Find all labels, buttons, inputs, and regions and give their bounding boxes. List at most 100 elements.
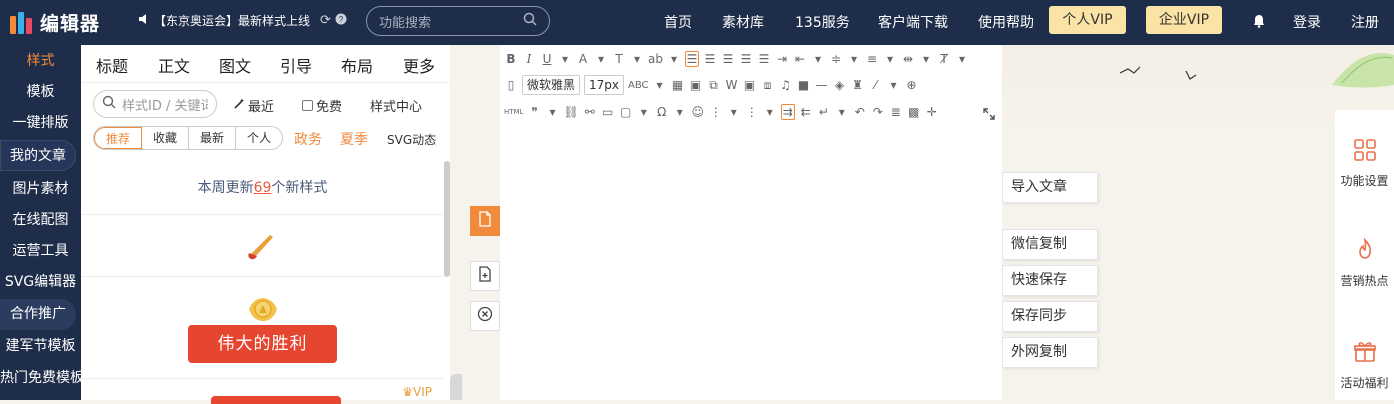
magic-wand-icon[interactable]: ⁄ xyxy=(869,78,883,92)
sidebar-item-styles[interactable]: 样式 xyxy=(0,46,81,77)
panel-scrollbar[interactable] xyxy=(444,161,450,277)
nav-services[interactable]: 135服务 xyxy=(795,12,850,32)
sidebar-item-army-day-templates[interactable]: 建军节模板 xyxy=(0,331,81,362)
card-icon[interactable]: ▭ xyxy=(601,105,615,119)
picture-icon[interactable]: ▣ xyxy=(743,78,757,92)
tab-more[interactable]: 更多 xyxy=(403,53,435,77)
login-link[interactable]: 登录 xyxy=(1293,12,1321,32)
tab-body[interactable]: 正文 xyxy=(158,53,190,77)
style-card[interactable] xyxy=(81,215,444,277)
sidebar-item-operation-tools[interactable]: 运营工具 xyxy=(0,236,81,267)
category-svg-animated[interactable]: SVG动态 xyxy=(387,131,436,148)
text-wrap-icon[interactable]: ↵ xyxy=(817,105,831,119)
chevron-down-icon[interactable]: ▾ xyxy=(835,105,849,119)
new-document-button[interactable] xyxy=(470,206,500,236)
chevron-down-icon[interactable]: ▾ xyxy=(667,52,681,66)
ordered-list-icon[interactable]: ⋮ xyxy=(709,105,723,119)
victory-style-button[interactable]: 伟大的胜利 xyxy=(188,325,337,363)
move-icon[interactable]: ✛ xyxy=(925,105,939,119)
style-card[interactable]: ♛VIP xyxy=(81,379,444,404)
letter-spacing-icon[interactable]: ⇹ xyxy=(901,52,915,66)
nav-help[interactable]: 使用帮助 xyxy=(978,12,1034,32)
chevron-down-icon[interactable]: ▾ xyxy=(558,52,572,66)
recent-button[interactable]: 最近 xyxy=(233,96,274,115)
italic-icon[interactable]: I xyxy=(522,52,536,66)
sidebar-item-svg-editor[interactable]: SVG编辑器 xyxy=(0,267,81,298)
align-center-icon[interactable]: ☰ xyxy=(703,52,717,66)
save-sync-button[interactable]: 保存同步 xyxy=(1002,301,1098,332)
chevron-down-icon[interactable]: ▾ xyxy=(763,105,777,119)
audio-icon[interactable]: ♫ xyxy=(779,78,793,92)
tab-image-text[interactable]: 图文 xyxy=(219,53,251,77)
filter-recommended[interactable]: 推荐 xyxy=(94,127,143,149)
unordered-list-icon[interactable]: ⋮ xyxy=(745,105,759,119)
chevron-down-icon[interactable]: ▾ xyxy=(630,52,644,66)
personal-vip-button[interactable]: 个人VIP xyxy=(1049,6,1126,34)
chevron-down-icon[interactable]: ▾ xyxy=(673,105,687,119)
chevron-down-icon[interactable]: ▾ xyxy=(594,52,608,66)
redo-icon[interactable]: ↷ xyxy=(871,105,885,119)
sidebar-item-my-articles[interactable]: 我的文章 xyxy=(0,140,76,171)
tab-guide[interactable]: 引导 xyxy=(280,53,312,77)
register-link[interactable]: 注册 xyxy=(1351,12,1379,32)
html-icon[interactable]: HTML xyxy=(504,108,523,116)
sidebar-item-image-materials[interactable]: 图片素材 xyxy=(0,174,81,205)
category-government[interactable]: 政务 xyxy=(294,129,322,149)
clear-format-icon[interactable]: Ⱦ xyxy=(937,52,951,66)
chevron-down-icon[interactable]: ▾ xyxy=(955,52,969,66)
style-card[interactable]: 伟大的胜利 xyxy=(81,277,444,379)
quote-icon[interactable]: ❞ xyxy=(527,105,541,119)
gallery-icon[interactable]: ⧈ xyxy=(761,78,775,93)
chevron-down-icon[interactable]: ▾ xyxy=(811,52,825,66)
close-document-button[interactable] xyxy=(470,301,500,331)
zoom-icon[interactable]: ⊕ xyxy=(905,78,919,92)
marketing-hotspot-item[interactable]: 营销热点 xyxy=(1335,237,1394,289)
underline-icon[interactable]: U xyxy=(540,52,554,66)
sidebar-item-online-images[interactable]: 在线配图 xyxy=(0,205,81,236)
style-center-link[interactable]: 样式中心 xyxy=(370,96,422,115)
editor-area[interactable]: B I U ▾ A ▾ T ▾ ab ▾ ☰ ☰ ☰ ☰ ☰ ⇥ ⇤ ▾ ≑ ▾ ≡ ▾ ⇹ ▾… xyxy=(500,45,1002,400)
align-left-icon[interactable]: ☰ xyxy=(684,51,699,67)
strikethrough-icon[interactable]: ABC xyxy=(628,80,649,91)
link-icon[interactable]: ⛓ xyxy=(563,105,578,119)
activity-benefits-item[interactable]: 活动福利 xyxy=(1335,340,1394,391)
multi-image-icon[interactable]: ⧉ xyxy=(707,78,721,93)
text-style-icon[interactable]: T xyxy=(612,52,626,66)
chevron-down-icon[interactable]: ▾ xyxy=(919,52,933,66)
font-color-icon[interactable]: A xyxy=(576,52,590,66)
nav-home[interactable]: 首页 xyxy=(664,12,692,32)
distributed-align-icon[interactable]: ☰ xyxy=(757,52,771,66)
add-document-button[interactable] xyxy=(470,261,500,291)
refresh-icon[interactable]: ⟳ xyxy=(320,13,331,28)
wechat-image-icon[interactable]: W xyxy=(725,78,739,92)
highlight-icon[interactable]: ab xyxy=(648,52,663,66)
align-right-icon[interactable]: ☰ xyxy=(721,52,735,66)
search-icon[interactable] xyxy=(523,12,537,30)
quick-save-button[interactable]: 快速保存 xyxy=(1002,265,1098,296)
video-icon[interactable]: ■ xyxy=(797,78,811,92)
external-copy-button[interactable]: 外网复制 xyxy=(1002,337,1098,368)
panel-collapse-handle[interactable] xyxy=(450,374,462,400)
bold-icon[interactable]: B xyxy=(504,52,518,66)
emoji-icon[interactable]: ☺ xyxy=(691,105,705,119)
nav-client-download[interactable]: 客户端下载 xyxy=(878,12,948,32)
select-all-icon[interactable]: ▩ xyxy=(907,105,921,119)
free-checkbox[interactable]: 免费 xyxy=(302,96,342,115)
filter-personal[interactable]: 个人 xyxy=(236,127,282,149)
sidebar-item-one-click-layout[interactable]: 一键排版 xyxy=(0,108,81,139)
image-icon[interactable]: ▣ xyxy=(689,78,703,92)
filter-latest[interactable]: 最新 xyxy=(189,127,237,149)
format-painter-icon[interactable]: ♜ xyxy=(851,78,865,92)
bell-icon[interactable] xyxy=(1253,13,1265,28)
horizontal-rule-icon[interactable]: — xyxy=(815,78,829,92)
font-family-select[interactable]: 微软雅黑 xyxy=(522,75,581,95)
special-char-icon[interactable]: Ω xyxy=(655,105,669,119)
chevron-down-icon[interactable]: ▾ xyxy=(883,52,897,66)
indent-icon[interactable]: ⇥ xyxy=(775,52,789,66)
help-circle-icon[interactable]: ? xyxy=(335,13,347,29)
category-summer[interactable]: 夏季 xyxy=(340,129,368,149)
enterprise-vip-button[interactable]: 企业VIP xyxy=(1146,6,1222,34)
wechat-copy-button[interactable]: 微信复制 xyxy=(1002,229,1098,260)
ltr-icon[interactable]: ⇇ xyxy=(799,105,813,119)
weekly-update-banner[interactable]: 本周更新69个新样式 xyxy=(81,161,444,215)
